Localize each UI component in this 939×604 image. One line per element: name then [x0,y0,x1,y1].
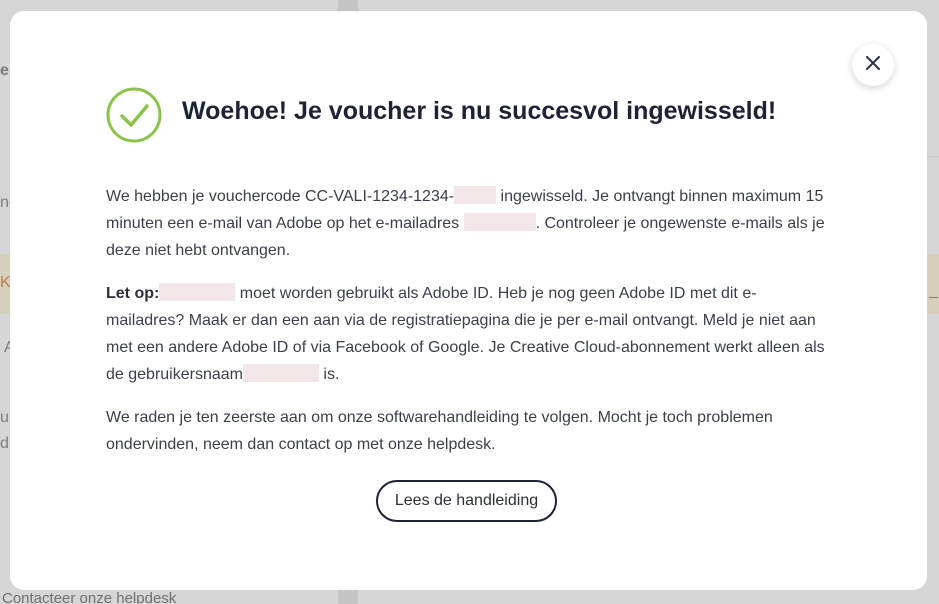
voucher-info-text: We hebben je vouchercode CC-VALI-1234-12… [106,188,455,205]
modal-body: We hebben je vouchercode CC-VALI-1234-12… [106,183,826,474]
close-icon [866,55,880,75]
background-fragment: _ [929,282,938,299]
background-helpdesk-link: Contacteer onze helpdesk [2,590,177,604]
notice-text: is. [323,366,340,383]
adobe-id-notice-paragraph: Let op: moet worden gebruikt als Adobe I… [106,280,826,388]
check-circle-icon [106,87,162,143]
redacted-voucher-suffix [454,186,497,204]
voucher-success-modal: Woehoe! Je voucher is nu succesvol ingew… [10,11,927,590]
redacted-email [159,283,236,301]
modal-title: Woehoe! Je voucher is nu succesvol ingew… [182,97,777,125]
read-manual-button[interactable]: Lees de handleiding [376,480,557,522]
notice-label: Let op: [106,285,160,302]
voucher-info-paragraph: We hebben je vouchercode CC-VALI-1234-12… [106,183,826,264]
redacted-email [463,213,536,231]
background-fragment: e [0,62,9,79]
close-button[interactable] [852,44,894,86]
guide-advice-paragraph: We raden je ten zeerste aan om onze soft… [106,409,773,453]
redacted-username [242,364,319,382]
